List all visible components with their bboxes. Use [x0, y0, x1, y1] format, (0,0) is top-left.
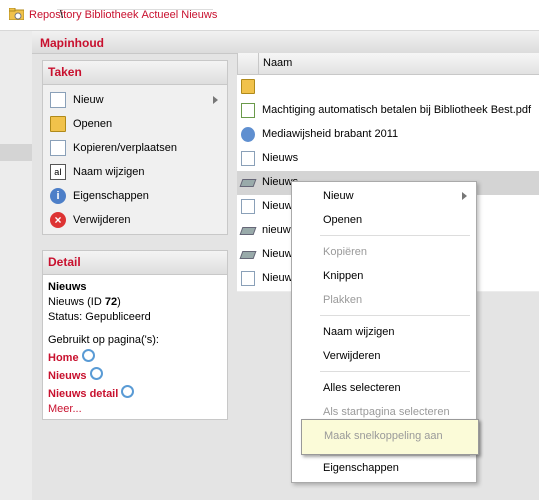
list-row[interactable]: Mediawijsheid brabant 2011 [237, 123, 539, 148]
tasks-title: Taken [43, 61, 227, 85]
task-copy-move[interactable]: Kopieren/verplaatsen [48, 137, 223, 159]
delete-icon: × [50, 212, 66, 228]
breadcrumb-nieuws[interactable]: Nieuws [181, 9, 217, 21]
menu-create-shortcut[interactable]: Maak snelkoppeling aan [301, 419, 479, 455]
detail-name: Nieuws [48, 281, 87, 293]
tasks-box: Taken Nieuw Openen Kopieren/verplaatsen … [42, 60, 228, 235]
task-properties[interactable]: i Eigenschappen [48, 185, 223, 207]
menu-divider [320, 315, 470, 316]
page-link-nieuws-detail[interactable]: Nieuws detail [48, 388, 118, 400]
page-link-nieuws[interactable]: Nieuws [48, 370, 87, 382]
document-icon [241, 199, 255, 214]
rename-icon: aI [50, 164, 66, 180]
detail-box: Detail Nieuws Nieuws (ID 72) Status: Gep… [42, 250, 228, 420]
shelf-icon [239, 251, 257, 259]
copy-icon [50, 140, 66, 156]
list-row[interactable]: Machtiging automatisch betalen bij Bibli… [237, 99, 539, 124]
media-icon [241, 127, 255, 142]
page-link-home[interactable]: Home [48, 352, 79, 364]
breadcrumb-bibliotheek[interactable]: Bibliotheek [85, 9, 139, 21]
task-open[interactable]: Openen [48, 113, 223, 135]
shelf-icon [239, 179, 257, 187]
panel-title: Mapinhoud [40, 36, 104, 50]
task-new[interactable]: Nieuw [48, 89, 223, 111]
menu-divider [320, 371, 470, 372]
menu-open[interactable]: Openen [292, 208, 476, 232]
list-row-parent[interactable] [237, 75, 539, 100]
chevron-right-icon [462, 192, 467, 200]
breadcrumb-actueel[interactable]: Actueel [142, 9, 179, 21]
document-icon [241, 271, 255, 286]
detail-id: Nieuws (ID 72) [48, 296, 121, 308]
list-header: Naam [237, 53, 539, 75]
list-row[interactable]: Nieuws [237, 147, 539, 172]
pdf-icon [241, 103, 255, 118]
menu-copy: Kopiëren [323, 246, 368, 258]
magnifier-icon[interactable] [121, 385, 135, 398]
more-link[interactable]: Meer... [48, 403, 82, 415]
new-document-icon [50, 92, 66, 108]
folder-up-icon [241, 79, 255, 94]
task-rename[interactable]: aI Naam wijzigen [48, 161, 223, 183]
open-folder-icon [50, 116, 66, 132]
menu-new[interactable]: Nieuw [292, 184, 476, 208]
info-icon: i [50, 188, 66, 204]
folder-icon [8, 7, 25, 21]
menu-paste: Plakken [323, 294, 363, 306]
menu-cut[interactable]: Knippen [292, 264, 476, 288]
breadcrumb-repository[interactable]: Repository [29, 9, 82, 21]
document-icon [241, 151, 255, 166]
magnifier-icon[interactable] [89, 367, 103, 380]
panel-header [32, 31, 539, 54]
menu-rename[interactable]: Naam wijzigen [292, 320, 476, 344]
task-delete[interactable]: × Verwijderen [48, 209, 223, 231]
magnifier-icon[interactable] [81, 349, 95, 362]
chevron-right-icon [213, 96, 218, 104]
detail-title: Detail [43, 251, 227, 275]
menu-divider [320, 235, 470, 236]
tree-selected-item[interactable] [0, 144, 32, 161]
left-tree-panel [0, 31, 32, 500]
menu-delete[interactable]: Verwijderen [292, 344, 476, 368]
detail-status: Status: Gepubliceerd [48, 311, 151, 323]
column-name[interactable]: Naam [263, 57, 292, 69]
breadcrumb: \ Repository \ Bibliotheek \ Actueel \ Nieuw… [29, 9, 218, 21]
shelf-icon [239, 227, 257, 235]
detail-used-on: Gebruikt op pagina('s): [48, 334, 159, 346]
menu-properties[interactable]: Eigenschappen [292, 456, 476, 480]
menu-select-all[interactable]: Alles selecteren [292, 376, 476, 400]
